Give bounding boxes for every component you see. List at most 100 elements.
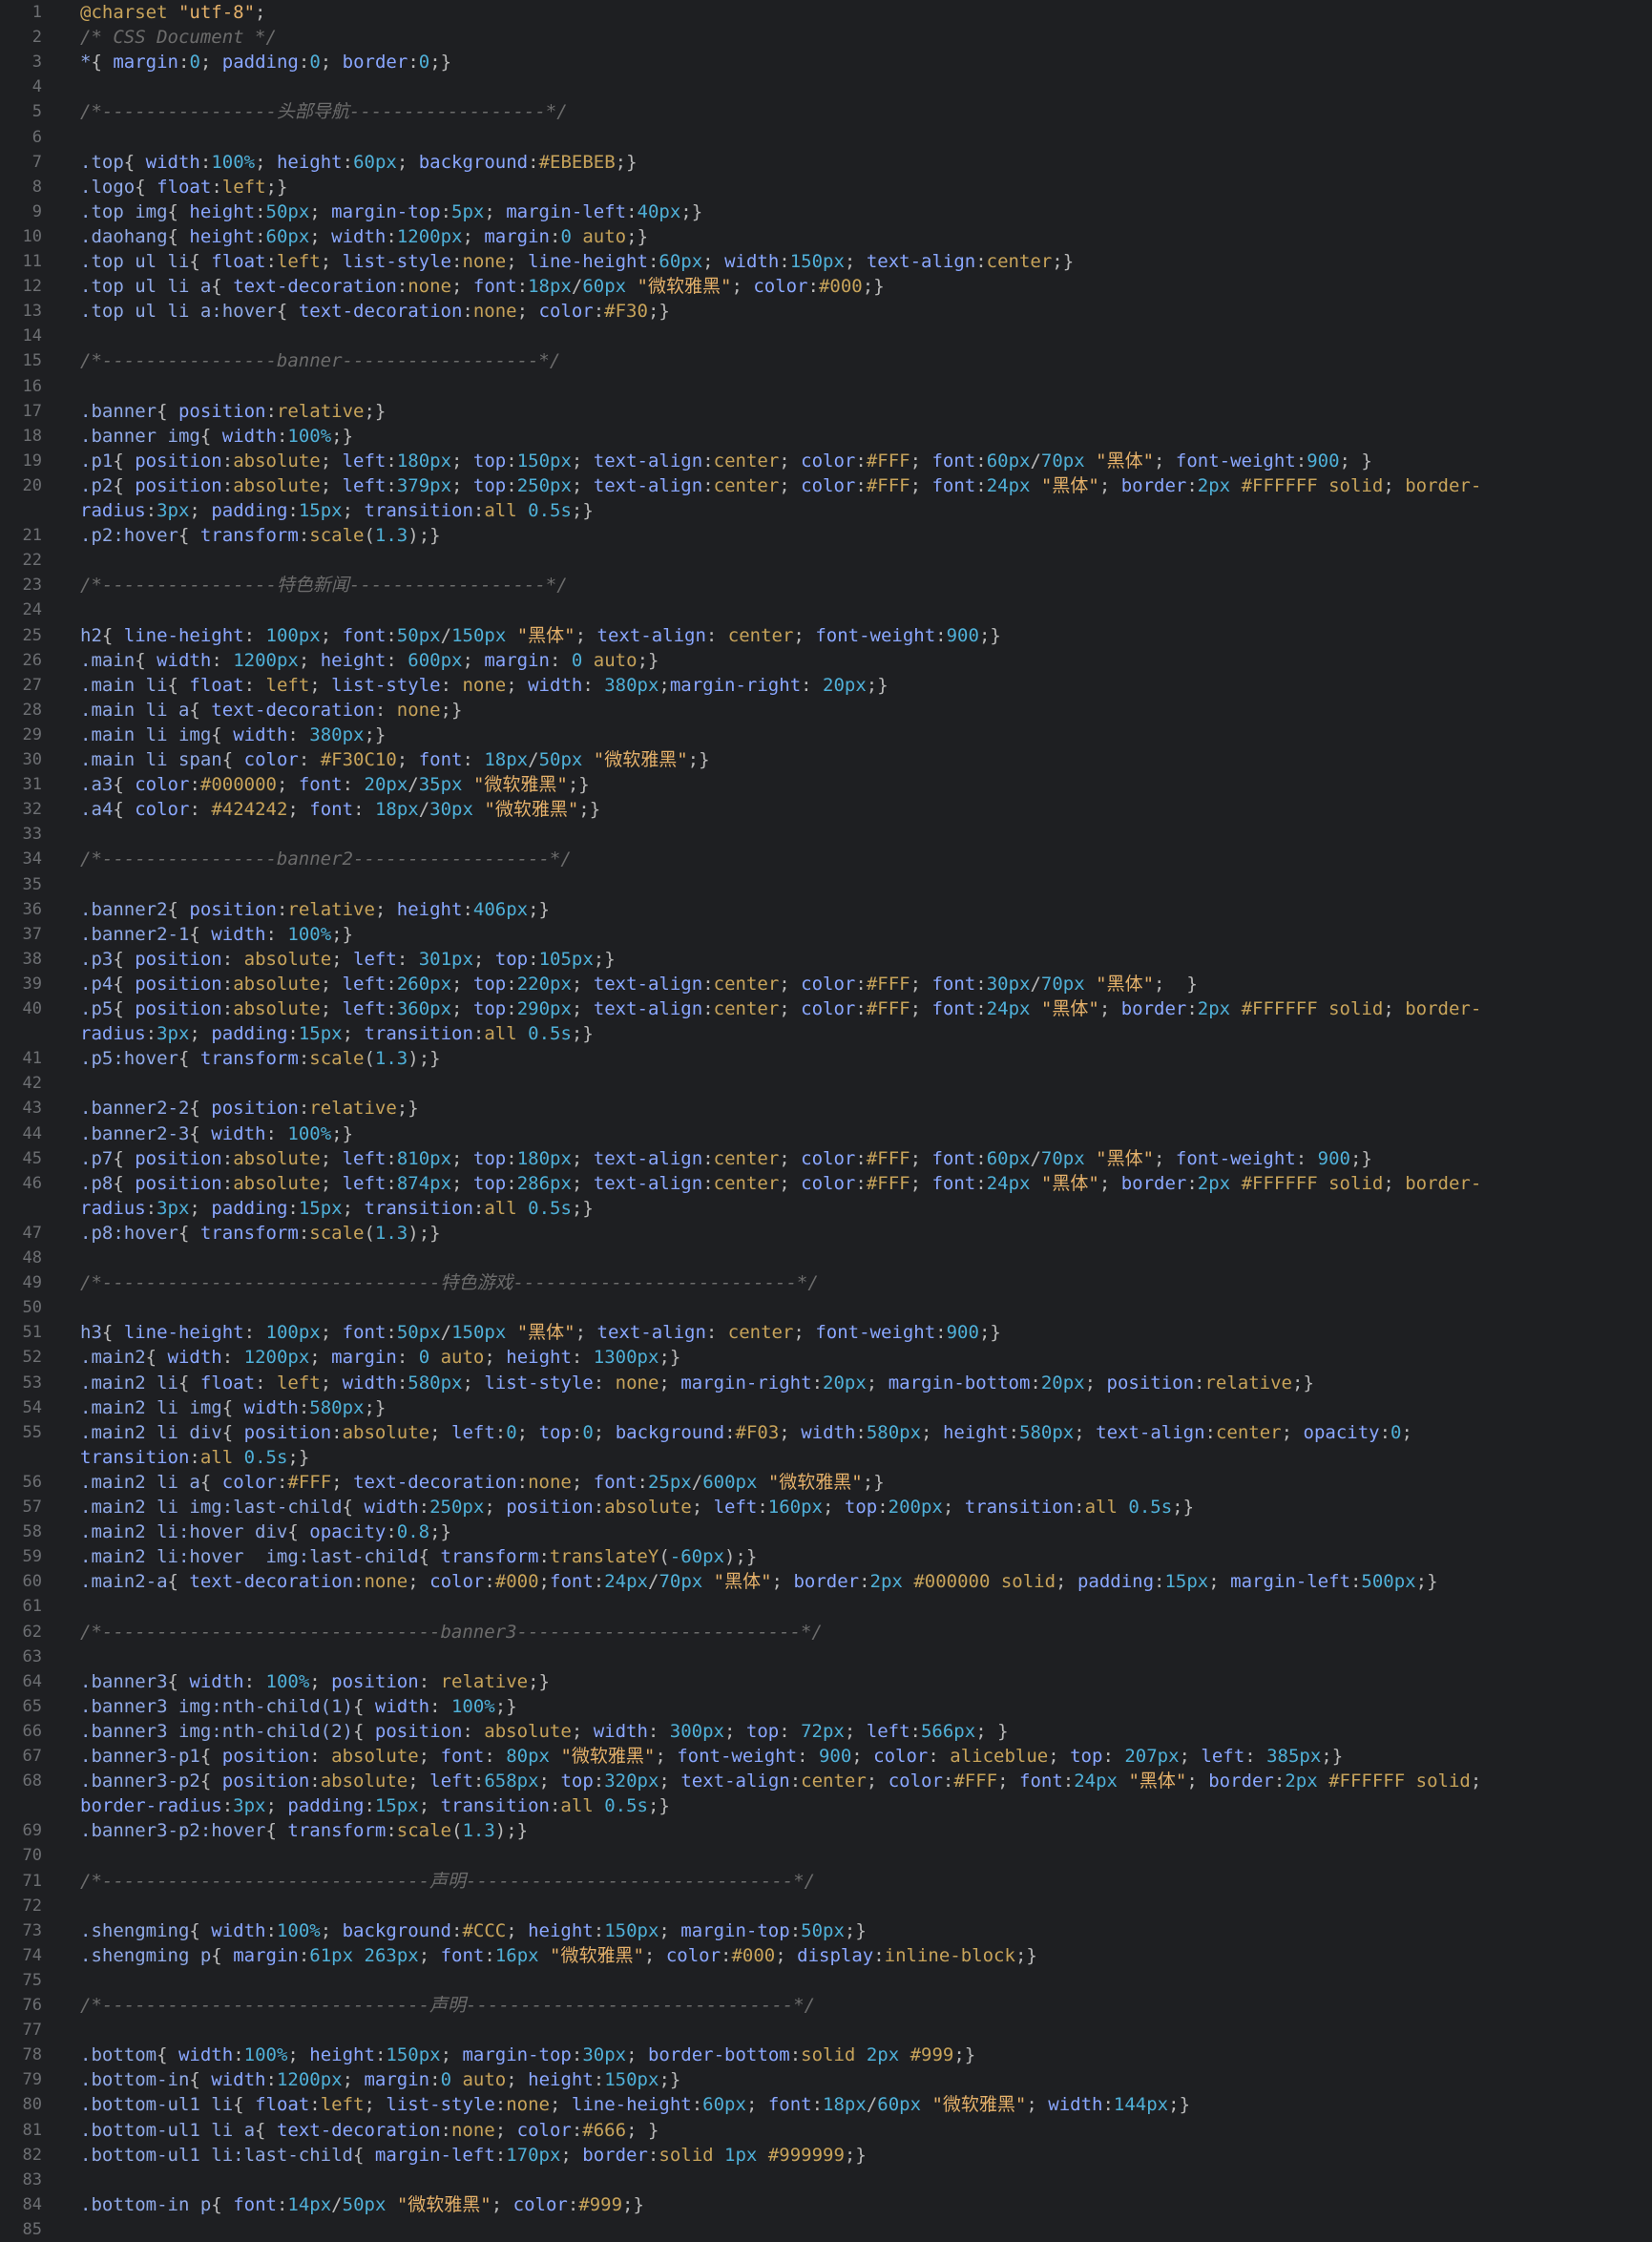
code-line-wrap[interactable]: border-radius:3px; padding:15px; transit… [0, 1793, 1652, 1818]
code-line[interactable]: 81 .bottom-ul1 li a{ text-decoration:none… [0, 2118, 1652, 2143]
code-line[interactable]: 7 .top{ width:100%; height:60px; backgrou… [0, 150, 1652, 175]
code-line[interactable]: 29 .main li img{ width: 380px;} [0, 723, 1652, 747]
code-line[interactable]: 63 [0, 1645, 1652, 1669]
code-line[interactable]: 62 /*-------------------------------banne… [0, 1620, 1652, 1645]
code-line[interactable]: 70 [0, 1843, 1652, 1868]
code-line[interactable]: 78 .bottom{ width:100%; height:150px; mar… [0, 2043, 1652, 2067]
code-line[interactable]: 57 .main2 li img:last-child{ width:250px;… [0, 1495, 1652, 1519]
code-line[interactable]: 16 [0, 374, 1652, 399]
code-line[interactable]: 74 .shengming p{ margin:61px 263px; font:… [0, 1943, 1652, 1968]
code-line[interactable]: 33 [0, 822, 1652, 847]
code-line[interactable]: 34 /*----------------banner2-------------… [0, 847, 1652, 871]
code-line[interactable]: 79 .bottom-in{ width:1200px; margin:0 aut… [0, 2067, 1652, 2092]
code-line[interactable]: 14 [0, 324, 1652, 348]
code-line[interactable]: 65 .banner3 img:nth-child(1){ width: 100%… [0, 1694, 1652, 1719]
code-line[interactable]: 56 .main2 li a{ color:#FFF; text-decorati… [0, 1470, 1652, 1495]
code-line[interactable]: 24 [0, 597, 1652, 622]
code-line-wrap[interactable]: radius:3px; padding:15px; transition:all… [0, 1021, 1652, 1046]
code-line[interactable]: 36 .banner2{ position:relative; height:40… [0, 897, 1652, 922]
code-line[interactable]: 41 .p5:hover{ transform:scale(1.3);} [0, 1046, 1652, 1071]
code-line[interactable]: 73 .shengming{ width:100%; background:#CC… [0, 1918, 1652, 1943]
code-line[interactable]: 54 .main2 li img{ width:580px;} [0, 1395, 1652, 1420]
code-line[interactable]: 15 /*----------------banner--------------… [0, 348, 1652, 373]
code-line[interactable]: 22 [0, 548, 1652, 573]
code-line[interactable]: 12 .top ul li a{ text-decoration:none; fo… [0, 274, 1652, 299]
code-line[interactable]: 51 h3{ line-height: 100px; font:50px/150p… [0, 1320, 1652, 1345]
line-number: 48 [22, 1248, 42, 1268]
code-line[interactable]: 48 [0, 1246, 1652, 1270]
code-line[interactable]: 72 [0, 1894, 1652, 1918]
code-line[interactable]: 59 .main2 li:hover img:last-child{ transf… [0, 1544, 1652, 1569]
code-text: h3{ line-height: 100px; font:50px/150px … [80, 1322, 1001, 1344]
code-line[interactable]: 82 .bottom-ul1 li:last-child{ margin-left… [0, 2143, 1652, 2168]
code-line[interactable]: 35 [0, 872, 1652, 897]
code-line[interactable]: 13 .top ul li a:hover{ text-decoration:no… [0, 299, 1652, 324]
code-line[interactable]: 37 .banner2-1{ width: 100%;} [0, 922, 1652, 947]
code-line[interactable]: 3 *{ margin:0; padding:0; border:0;} [0, 50, 1652, 74]
code-line[interactable]: 30 .main li span{ color: #F30C10; font: 1… [0, 747, 1652, 772]
line-number: 21 [22, 526, 42, 546]
code-line[interactable]: 55 .main2 li div{ position:absolute; left… [0, 1420, 1652, 1445]
code-line[interactable]: 5 /*----------------头部导航-----------------… [0, 99, 1652, 124]
code-line[interactable]: 17 .banner{ position:relative;} [0, 399, 1652, 424]
code-text: .bottom-ul1 li:last-child{ margin-left:1… [80, 2144, 867, 2166]
code-line[interactable]: 53 .main2 li{ float: left; width:580px; l… [0, 1371, 1652, 1395]
code-line[interactable]: 40 .p5{ position:absolute; left:360px; to… [0, 996, 1652, 1021]
code-text: .bottom-in{ width:1200px; margin:0 auto;… [80, 2069, 681, 2091]
code-text: /*-------------------------------特色游戏---… [80, 1272, 819, 1294]
code-line[interactable]: 11 .top ul li{ float:left; list-style:non… [0, 249, 1652, 274]
code-line[interactable]: 80 .bottom-ul1 li{ float:left; list-style… [0, 2092, 1652, 2117]
code-line[interactable]: 52 .main2{ width: 1200px; margin: 0 auto;… [0, 1345, 1652, 1370]
code-line[interactable]: 8 .logo{ float:left;} [0, 175, 1652, 199]
code-line[interactable]: 75 [0, 1968, 1652, 1993]
code-line[interactable]: 43 .banner2-2{ position:relative;} [0, 1096, 1652, 1121]
code-line[interactable]: 10 .daohang{ height:60px; width:1200px; m… [0, 224, 1652, 249]
code-line-wrap[interactable]: radius:3px; padding:15px; transition:all… [0, 1196, 1652, 1221]
code-line[interactable]: 46 .p8{ position:absolute; left:874px; to… [0, 1171, 1652, 1196]
code-line[interactable]: 28 .main li a{ text-decoration: none;} [0, 698, 1652, 723]
code-line[interactable]: 9 .top img{ height:50px; margin-top:5px; … [0, 199, 1652, 224]
code-line[interactable]: 64 .banner3{ width: 100%; position: relat… [0, 1669, 1652, 1694]
code-line[interactable]: 83 [0, 2168, 1652, 2192]
code-line[interactable]: 6 [0, 125, 1652, 150]
code-line[interactable]: 66 .banner3 img:nth-child(2){ position: a… [0, 1719, 1652, 1744]
code-line[interactable]: 69 .banner3-p2:hover{ transform:scale(1.3… [0, 1818, 1652, 1843]
code-line[interactable]: 85 [0, 2217, 1652, 2242]
code-line[interactable]: 38 .p3{ position: absolute; left: 301px; … [0, 947, 1652, 972]
code-text-wrapped: radius:3px; padding:15px; transition:all… [80, 500, 594, 521]
line-number: 75 [22, 1970, 42, 1990]
code-line[interactable]: 26 .main{ width: 1200px; height: 600px; m… [0, 648, 1652, 673]
code-line-wrap[interactable]: transition:all 0.5s;} [0, 1445, 1652, 1470]
code-line[interactable]: 31 .a3{ color:#000000; font: 20px/35px "微… [0, 772, 1652, 797]
code-line[interactable]: 77 [0, 2018, 1652, 2043]
code-line[interactable]: 84 .bottom-in p{ font:14px/50px "微软雅黑"; c… [0, 2192, 1652, 2217]
code-text: .banner3-p2:hover{ transform:scale(1.3);… [80, 1820, 529, 1842]
code-line[interactable]: 50 [0, 1295, 1652, 1320]
code-line[interactable]: 21 .p2:hover{ transform:scale(1.3);} [0, 523, 1652, 548]
code-line[interactable]: 2 /* CSS Document */ [0, 25, 1652, 50]
code-line[interactable]: 47 .p8:hover{ transform:scale(1.3);} [0, 1221, 1652, 1246]
code-line[interactable]: 71 /*------------------------------声明----… [0, 1869, 1652, 1894]
code-line[interactable]: 61 [0, 1594, 1652, 1619]
code-line[interactable]: 44 .banner2-3{ width: 100%;} [0, 1121, 1652, 1146]
code-line[interactable]: 58 .main2 li:hover div{ opacity:0.8;} [0, 1519, 1652, 1544]
code-line[interactable]: 49 /*-------------------------------特色游戏-… [0, 1270, 1652, 1295]
code-line[interactable]: 39 .p4{ position:absolute; left:260px; to… [0, 972, 1652, 996]
code-line[interactable]: 18 .banner img{ width:100%;} [0, 424, 1652, 449]
code-line[interactable]: 42 [0, 1071, 1652, 1096]
code-line[interactable]: 67 .banner3-p1{ position: absolute; font:… [0, 1744, 1652, 1769]
code-line[interactable]: 76 /*------------------------------声明----… [0, 1993, 1652, 2018]
code-line[interactable]: 60 .main2-a{ text-decoration:none; color:… [0, 1569, 1652, 1594]
code-line[interactable]: 68 .banner3-p2{ position:absolute; left:6… [0, 1769, 1652, 1793]
code-line[interactable]: 45 .p7{ position:absolute; left:810px; to… [0, 1146, 1652, 1171]
code-line[interactable]: 27 .main li{ float: left; list-style: non… [0, 673, 1652, 698]
code-editor[interactable]: 1 @charset "utf-8"; 2 /* CSS Document */ 3 *{… [0, 0, 1652, 2239]
code-line[interactable]: 4 [0, 74, 1652, 99]
code-line[interactable]: 32 .a4{ color: #424242; font: 18px/30px "… [0, 797, 1652, 822]
code-line[interactable]: 19 .p1{ position:absolute; left:180px; to… [0, 449, 1652, 473]
code-line[interactable]: 23 /*----------------特色新闻----------------… [0, 573, 1652, 597]
code-line[interactable]: 1 @charset "utf-8"; [0, 0, 1652, 25]
code-line[interactable]: 20 .p2{ position:absolute; left:379px; to… [0, 473, 1652, 498]
code-line[interactable]: 25 h2{ line-height: 100px; font:50px/150p… [0, 623, 1652, 648]
code-line-wrap[interactable]: radius:3px; padding:15px; transition:all… [0, 498, 1652, 523]
